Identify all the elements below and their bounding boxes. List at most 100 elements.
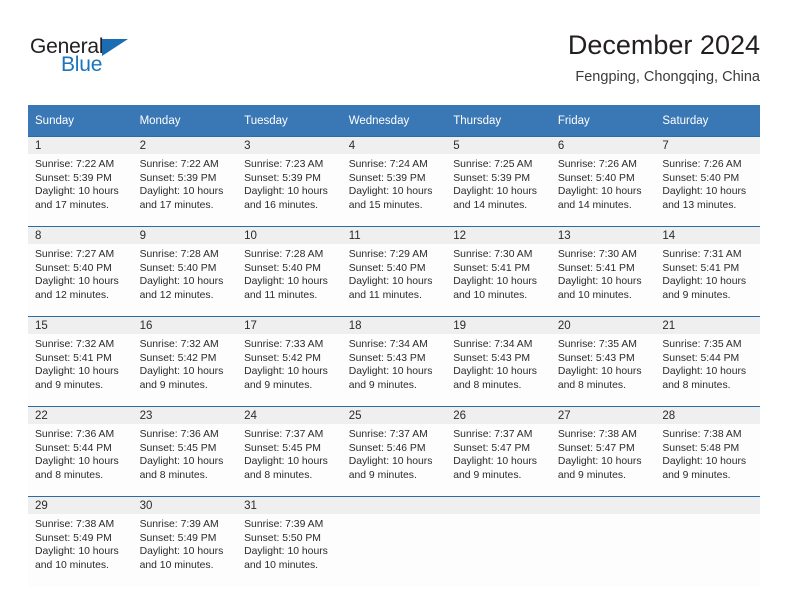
day-number: 16: [132, 317, 238, 334]
sunset-text: Sunset: 5:47 PM: [557, 442, 635, 454]
daylight-text-l1: Daylight: 10 hours: [244, 546, 328, 558]
sunset-text: Sunset: 5:41 PM: [557, 262, 635, 274]
daylight-text-l2: and 10 minutes.: [35, 559, 109, 571]
sunset-text: Sunset: 5:44 PM: [662, 352, 740, 364]
day-details: Sunrise: 7:37 AM Sunset: 5:45 PM Dayligh…: [237, 424, 342, 482]
day-details: Sunrise: 7:28 AM Sunset: 5:40 PM Dayligh…: [133, 244, 238, 302]
daylight-text-l2: and 14 minutes.: [557, 199, 632, 211]
weekday-header-wednesday: Wednesday: [341, 105, 447, 137]
day-details: Sunrise: 7:36 AM Sunset: 5:45 PM Dayligh…: [133, 424, 238, 482]
day-number: 18: [341, 317, 447, 334]
daylight-text-l1: Daylight: 10 hours: [244, 456, 328, 468]
day-number: 19: [446, 317, 551, 334]
sunset-text: Sunset: 5:41 PM: [453, 262, 531, 274]
sunset-text: Sunset: 5:39 PM: [139, 172, 217, 184]
sunset-text: Sunset: 5:45 PM: [244, 442, 321, 454]
sunset-text: Sunset: 5:39 PM: [35, 172, 112, 184]
daylight-text-l1: Daylight: 10 hours: [453, 456, 537, 468]
day-cell[interactable]: 4 Sunrise: 7:24 AM Sunset: 5:39 PM Dayli…: [341, 136, 447, 227]
page-header: General Blue December 2024 Fengping, Cho…: [28, 30, 760, 98]
weekday-header-monday: Monday: [132, 105, 238, 137]
daylight-text-l2: and 8 minutes.: [557, 379, 626, 391]
day-cell[interactable]: 15 Sunrise: 7:32 AM Sunset: 5:41 PM Dayl…: [28, 316, 133, 407]
daylight-text-l1: Daylight: 10 hours: [139, 366, 224, 378]
sunrise-text: Sunrise: 7:24 AM: [348, 159, 428, 170]
day-cell[interactable]: 23 Sunrise: 7:36 AM Sunset: 5:45 PM Dayl…: [132, 406, 238, 497]
day-cell[interactable]: 1 Sunrise: 7:22 AM Sunset: 5:39 PM Dayli…: [28, 136, 133, 227]
daylight-text-l1: Daylight: 10 hours: [557, 276, 642, 288]
calendar-body: 1 Sunrise: 7:22 AM Sunset: 5:39 PM Dayli…: [28, 136, 760, 587]
day-number: 6: [550, 137, 656, 154]
day-cell[interactable]: 13 Sunrise: 7:30 AM Sunset: 5:41 PM Dayl…: [550, 226, 656, 317]
day-cell[interactable]: 27 Sunrise: 7:38 AM Sunset: 5:47 PM Dayl…: [550, 406, 656, 497]
day-cell[interactable]: 16 Sunrise: 7:32 AM Sunset: 5:42 PM Dayl…: [132, 316, 238, 407]
day-number: 17: [237, 317, 342, 334]
day-cell[interactable]: 21 Sunrise: 7:35 AM Sunset: 5:44 PM Dayl…: [655, 316, 760, 407]
day-number: 29: [28, 497, 133, 514]
day-cell[interactable]: 7 Sunrise: 7:26 AM Sunset: 5:40 PM Dayli…: [655, 136, 760, 227]
sunrise-text: Sunrise: 7:37 AM: [244, 429, 324, 440]
day-details: Sunrise: 7:39 AM Sunset: 5:50 PM Dayligh…: [237, 514, 342, 572]
day-cell[interactable]: 10 Sunrise: 7:28 AM Sunset: 5:40 PM Dayl…: [237, 226, 342, 317]
day-cell[interactable]: 18 Sunrise: 7:34 AM Sunset: 5:43 PM Dayl…: [341, 316, 447, 407]
daylight-text-l1: Daylight: 10 hours: [244, 366, 328, 378]
day-cell[interactable]: 31 Sunrise: 7:39 AM Sunset: 5:50 PM Dayl…: [237, 496, 342, 587]
daylight-text-l1: Daylight: 10 hours: [557, 456, 642, 468]
day-details: Sunrise: 7:35 AM Sunset: 5:44 PM Dayligh…: [655, 334, 760, 392]
daylight-text-l1: Daylight: 10 hours: [35, 186, 119, 198]
day-details: Sunrise: 7:38 AM Sunset: 5:47 PM Dayligh…: [551, 424, 656, 482]
day-number: 31: [237, 497, 342, 514]
sunset-text: Sunset: 5:45 PM: [139, 442, 217, 454]
day-number: [655, 497, 760, 514]
day-details: Sunrise: 7:30 AM Sunset: 5:41 PM Dayligh…: [551, 244, 656, 302]
sunset-text: Sunset: 5:43 PM: [348, 352, 426, 364]
daylight-text-l1: Daylight: 10 hours: [348, 276, 433, 288]
sunrise-text: Sunrise: 7:33 AM: [244, 339, 324, 350]
day-details: Sunrise: 7:25 AM Sunset: 5:39 PM Dayligh…: [446, 154, 551, 212]
sunrise-text: Sunrise: 7:32 AM: [139, 339, 219, 350]
daylight-text-l2: and 9 minutes.: [35, 379, 104, 391]
daylight-text-l2: and 9 minutes.: [348, 379, 417, 391]
day-number: 28: [655, 407, 760, 424]
daylight-text-l1: Daylight: 10 hours: [662, 366, 747, 378]
brand-name-blue: Blue: [61, 53, 103, 76]
day-cell[interactable]: 14 Sunrise: 7:31 AM Sunset: 5:41 PM Dayl…: [655, 226, 760, 317]
daylight-text-l2: and 9 minutes.: [453, 469, 522, 481]
day-number: 5: [446, 137, 551, 154]
sunrise-text: Sunrise: 7:29 AM: [348, 249, 428, 260]
day-cell[interactable]: 11 Sunrise: 7:29 AM Sunset: 5:40 PM Dayl…: [341, 226, 447, 317]
day-cell[interactable]: 26 Sunrise: 7:37 AM Sunset: 5:47 PM Dayl…: [446, 406, 551, 497]
day-cell[interactable]: 5 Sunrise: 7:25 AM Sunset: 5:39 PM Dayli…: [446, 136, 551, 227]
day-cell[interactable]: 19 Sunrise: 7:34 AM Sunset: 5:43 PM Dayl…: [446, 316, 551, 407]
sunrise-text: Sunrise: 7:28 AM: [244, 249, 324, 260]
day-cell[interactable]: 24 Sunrise: 7:37 AM Sunset: 5:45 PM Dayl…: [237, 406, 342, 497]
sunrise-text: Sunrise: 7:22 AM: [139, 159, 219, 170]
daylight-text-l2: and 12 minutes.: [35, 289, 109, 301]
day-cell[interactable]: 20 Sunrise: 7:35 AM Sunset: 5:43 PM Dayl…: [550, 316, 656, 407]
day-cell[interactable]: 2 Sunrise: 7:22 AM Sunset: 5:39 PM Dayli…: [132, 136, 238, 227]
sunrise-text: Sunrise: 7:37 AM: [453, 429, 533, 440]
sunset-text: Sunset: 5:40 PM: [244, 262, 321, 274]
daylight-text-l2: and 10 minutes.: [557, 289, 632, 301]
daylight-text-l2: and 11 minutes.: [244, 289, 318, 301]
day-cell[interactable]: 29 Sunrise: 7:38 AM Sunset: 5:49 PM Dayl…: [28, 496, 133, 587]
brand-logo[interactable]: General Blue: [28, 30, 198, 86]
day-cell[interactable]: 8 Sunrise: 7:27 AM Sunset: 5:40 PM Dayli…: [28, 226, 133, 317]
day-cell[interactable]: 12 Sunrise: 7:30 AM Sunset: 5:41 PM Dayl…: [446, 226, 551, 317]
calendar-page: General Blue December 2024 Fengping, Cho…: [0, 0, 792, 612]
daylight-text-l1: Daylight: 10 hours: [348, 366, 433, 378]
day-number: 15: [28, 317, 133, 334]
sunrise-text: Sunrise: 7:26 AM: [557, 159, 637, 170]
day-cell[interactable]: 25 Sunrise: 7:37 AM Sunset: 5:46 PM Dayl…: [341, 406, 447, 497]
sunset-text: Sunset: 5:41 PM: [35, 352, 112, 364]
day-cell[interactable]: 30 Sunrise: 7:39 AM Sunset: 5:49 PM Dayl…: [132, 496, 238, 587]
day-cell[interactable]: 3 Sunrise: 7:23 AM Sunset: 5:39 PM Dayli…: [237, 136, 342, 227]
day-number: 9: [132, 227, 238, 244]
day-cell[interactable]: 17 Sunrise: 7:33 AM Sunset: 5:42 PM Dayl…: [237, 316, 342, 407]
day-cell[interactable]: 28 Sunrise: 7:38 AM Sunset: 5:48 PM Dayl…: [655, 406, 760, 497]
day-cell[interactable]: 22 Sunrise: 7:36 AM Sunset: 5:44 PM Dayl…: [28, 406, 133, 497]
daylight-text-l2: and 9 minutes.: [662, 469, 731, 481]
day-cell[interactable]: 6 Sunrise: 7:26 AM Sunset: 5:40 PM Dayli…: [550, 136, 656, 227]
daylight-text-l2: and 8 minutes.: [35, 469, 104, 481]
day-cell[interactable]: 9 Sunrise: 7:28 AM Sunset: 5:40 PM Dayli…: [132, 226, 238, 317]
